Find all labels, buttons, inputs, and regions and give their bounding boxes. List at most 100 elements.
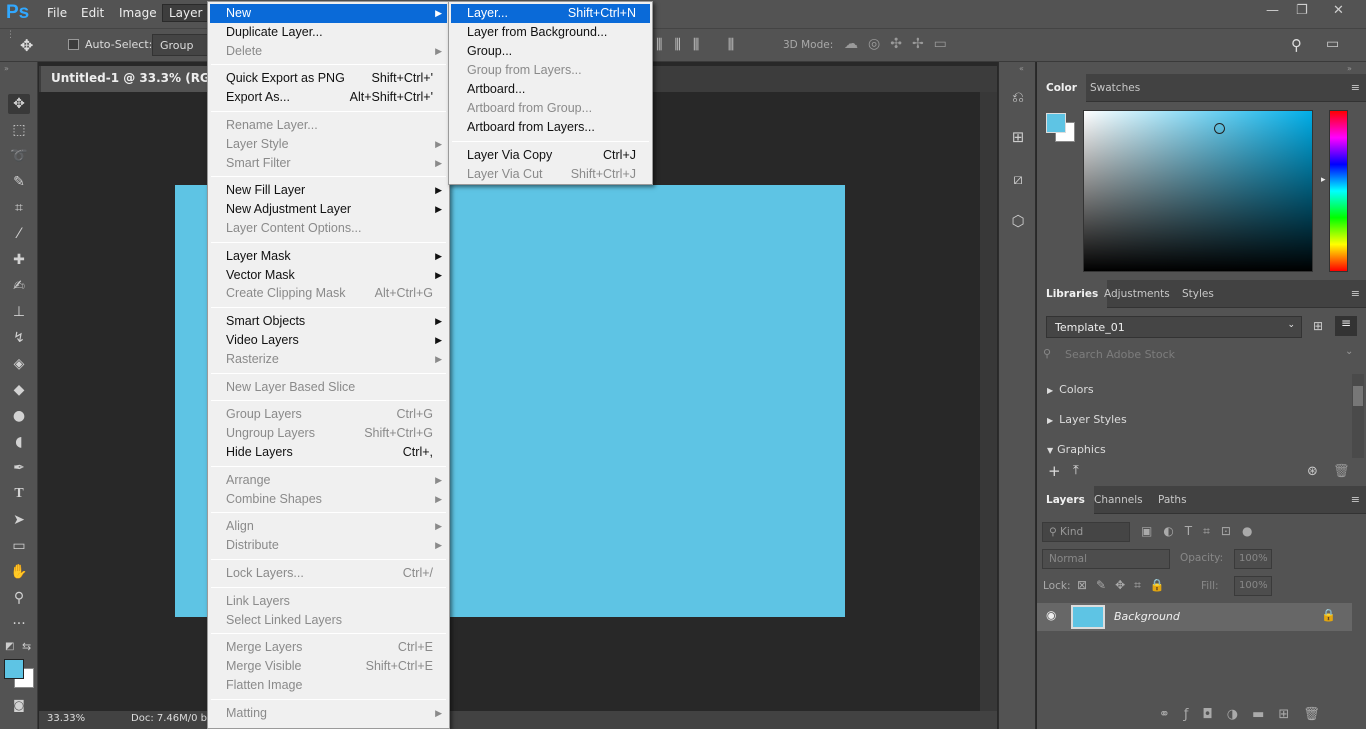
tab-channels[interactable]: Channels [1085, 486, 1152, 514]
history-brush-tool-icon[interactable]: ↯ [8, 328, 30, 348]
menu-item-smart-objects[interactable]: Smart Objects ▶ [210, 312, 447, 331]
close-button[interactable]: ✕ [1333, 3, 1344, 18]
menu-item-merge-layers[interactable]: Merge Layers Ctrl+E [210, 638, 447, 657]
minimize-button[interactable]: — [1266, 3, 1279, 18]
more-tools-icon[interactable]: ··· [8, 614, 30, 634]
lock-icon[interactable]: 🔒 [1321, 608, 1336, 622]
opacity-input[interactable]: 100% [1234, 549, 1272, 569]
menu-item-layer-style[interactable]: Layer Style ▶ [210, 135, 447, 154]
layer-name[interactable]: Background [1114, 610, 1180, 623]
auto-select-dropdown[interactable]: Group [152, 34, 208, 56]
submenu-item-artboard[interactable]: Artboard... [451, 80, 650, 99]
lock-icons[interactable]: ⊠✎✥⌗🔒 [1077, 578, 1174, 593]
blur-tool-icon[interactable]: ● [8, 406, 30, 426]
color-picker-cursor[interactable] [1214, 123, 1225, 134]
rectangle-tool-icon[interactable]: ▭ [8, 536, 30, 556]
submenu-item-layer-via-cut[interactable]: Layer Via Cut Shift+Ctrl+J [451, 165, 650, 184]
menu-item-lock-layers[interactable]: Lock Layers... Ctrl+/ [210, 564, 447, 583]
menu-item-flatten-image[interactable]: Flatten Image [210, 676, 447, 695]
tab-paths[interactable]: Paths [1149, 486, 1196, 514]
stock-search-input[interactable]: Search Adobe Stock [1065, 348, 1175, 361]
brush-tool-icon[interactable]: ✍ [8, 276, 30, 296]
submenu-item-artboard-from-group[interactable]: Artboard from Group... [451, 99, 650, 118]
3d-icon[interactable]: ⬡ [1007, 210, 1029, 232]
libraries-scrollbar[interactable] [1352, 374, 1364, 458]
default-colors-icon[interactable]: ◩ [5, 641, 14, 652]
submenu-item-layer-from-background[interactable]: Layer from Background... [451, 23, 650, 42]
move-tool-icon[interactable]: ✥ [20, 36, 33, 55]
menu-item-delete[interactable]: Delete ▶ [210, 42, 447, 61]
3d-mode-icons[interactable]: ☁◎✣✢▭ [844, 36, 957, 52]
menu-item-merge-visible[interactable]: Merge Visible Shift+Ctrl+E [210, 657, 447, 676]
menu-item-new-layer-based-slice[interactable]: New Layer Based Slice [210, 378, 447, 397]
library-section-colors[interactable]: ▶ Colors [1047, 383, 1094, 396]
add-icon[interactable]: + [1048, 462, 1061, 480]
menu-layer[interactable]: Layer [162, 4, 210, 22]
dodge-tool-icon[interactable]: ◖ [8, 432, 30, 452]
tab-color[interactable]: Color [1037, 74, 1086, 102]
foreground-color-swatch[interactable] [4, 659, 24, 679]
menu-item-layer-content-options[interactable]: Layer Content Options... [210, 219, 447, 238]
library-dropdown[interactable]: Template_01 ⌄ [1046, 316, 1302, 338]
hue-slider-handle[interactable]: ▸ [1321, 175, 1326, 185]
menu-item-arrange[interactable]: Arrange ▶ [210, 471, 447, 490]
marquee-tool-icon[interactable]: ⬚ [8, 120, 30, 140]
zoom-level[interactable]: 33.33% [47, 713, 85, 724]
eyedropper-tool-icon[interactable]: ⁄ [8, 224, 30, 244]
menu-item-rename-layer[interactable]: Rename Layer... [210, 116, 447, 135]
eraser-tool-icon[interactable]: ◈ [8, 354, 30, 374]
crop-tool-icon[interactable]: ⌗ [8, 198, 30, 218]
panel-menu-icon[interactable]: ≡ [1351, 493, 1360, 506]
quick-select-tool-icon[interactable]: ✎ [8, 172, 30, 192]
layer-filter-dropdown[interactable]: ⚲ Kind [1042, 522, 1130, 542]
submenu-item-layer[interactable]: Layer... Shift+Ctrl+N [451, 4, 650, 23]
trash-icon[interactable]: 🗑 [1333, 464, 1350, 479]
pen-tool-icon[interactable]: ✒ [8, 458, 30, 478]
color-field[interactable] [1083, 110, 1313, 272]
tab-swatches[interactable]: Swatches [1081, 74, 1149, 102]
menu-file[interactable]: File [47, 6, 67, 20]
tab-styles[interactable]: Styles [1173, 280, 1223, 308]
layer-thumbnail[interactable] [1071, 605, 1105, 629]
layer-action-icons[interactable]: ⚭ƒ◘◑▬⊞🗑 [1159, 707, 1334, 722]
hue-slider[interactable] [1329, 110, 1348, 272]
submenu-item-group[interactable]: Group... [451, 42, 650, 61]
menu-item-vector-mask[interactable]: Vector Mask ▶ [210, 266, 447, 285]
expand-icon[interactable]: « [1019, 64, 1024, 73]
menu-item-new-adjustment-layer[interactable]: New Adjustment Layer ▶ [210, 200, 447, 219]
collapse-icon[interactable]: » [4, 64, 9, 73]
menu-item-distribute[interactable]: Distribute ▶ [210, 536, 447, 555]
menu-item-link-layers[interactable]: Link Layers [210, 592, 447, 611]
layer-row-background[interactable]: ◉ Background 🔒 [1037, 603, 1352, 631]
menu-item-duplicate-layer[interactable]: Duplicate Layer... [210, 23, 447, 42]
fill-input[interactable]: 100% [1234, 576, 1272, 596]
healing-brush-tool-icon[interactable]: ✚ [8, 250, 30, 270]
submenu-item-layer-via-copy[interactable]: Layer Via Copy Ctrl+J [451, 146, 650, 165]
menu-item-new[interactable]: New ▶ [210, 4, 447, 23]
paint-bucket-tool-icon[interactable]: ◆ [8, 380, 30, 400]
blend-mode-dropdown[interactable]: Normal [1042, 549, 1170, 569]
vertical-scrollbar[interactable] [980, 92, 997, 711]
panel-menu-icon[interactable]: ≡ [1351, 287, 1360, 300]
menu-item-export-as[interactable]: Export As... Alt+Shift+Ctrl+' [210, 88, 447, 107]
type-tool-icon[interactable]: T [8, 484, 30, 504]
menu-item-combine-shapes[interactable]: Combine Shapes ▶ [210, 490, 447, 509]
list-view-icon[interactable]: ≡ [1335, 316, 1357, 336]
menu-item-create-clipping-mask[interactable]: Create Clipping Mask Alt+Ctrl+G [210, 284, 447, 303]
properties-icon[interactable]: ⊞ [1007, 126, 1029, 148]
menu-item-new-fill-layer[interactable]: New Fill Layer ▶ [210, 181, 447, 200]
move-tool-icon[interactable]: ✥ [8, 94, 30, 114]
history-icon[interactable]: ⎌ [1007, 86, 1029, 108]
path-selection-tool-icon[interactable]: ➤ [8, 510, 30, 530]
collapse-panels-icon[interactable]: » [1347, 64, 1352, 73]
menu-item-align[interactable]: Align ▶ [210, 517, 447, 536]
workspace-icon[interactable]: ▭ [1326, 36, 1339, 52]
filter-icons[interactable]: ▣◐T⌗⊡● [1141, 524, 1263, 539]
menu-edit[interactable]: Edit [81, 6, 104, 20]
creative-cloud-icon[interactable]: ⊛ [1307, 464, 1318, 479]
hand-tool-icon[interactable]: ✋ [8, 562, 30, 582]
submenu-item-artboard-from-layers[interactable]: Artboard from Layers... [451, 118, 650, 137]
menu-item-group-layers[interactable]: Group Layers Ctrl+G [210, 405, 447, 424]
library-section-layer-styles[interactable]: ▶ Layer Styles [1047, 413, 1127, 426]
zoom-tool-icon[interactable]: ⚲ [8, 588, 30, 608]
